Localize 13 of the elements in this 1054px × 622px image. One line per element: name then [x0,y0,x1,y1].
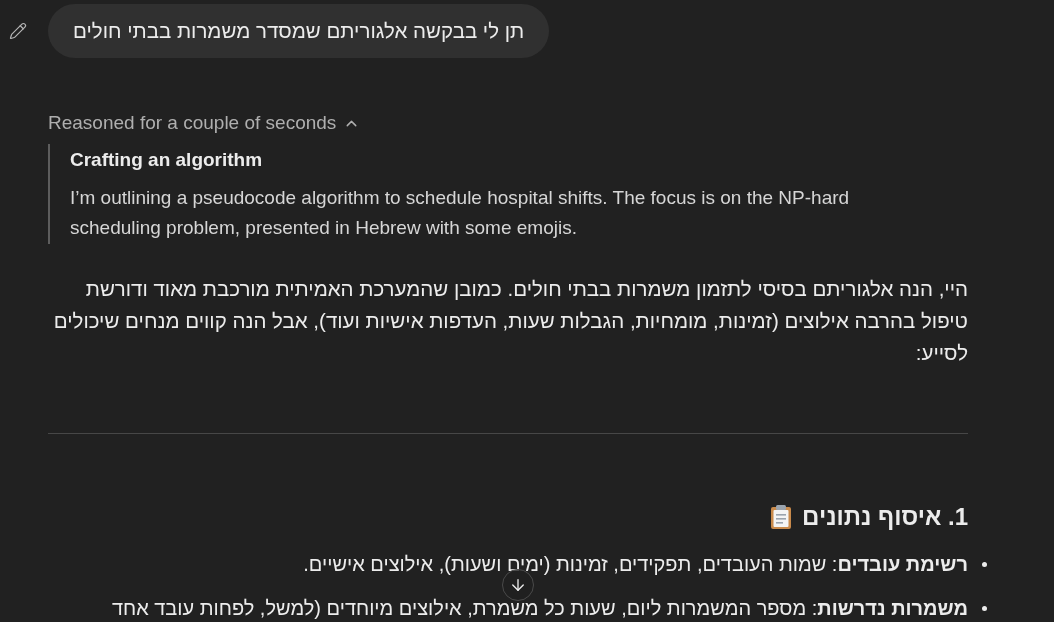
bullet-icon [982,561,987,567]
reasoning-title: Crafting an algorithm [70,148,264,172]
list-item-text: משמרות נדרשות: מספר המשמרות ליום, שעות כל משמרת, אילוצים מיוחדים (למשל, לפחות עובד אחד [111,596,968,621]
edit-icon[interactable] [9,22,27,40]
user-message-bubble: תן לי בבקשה אלגוריתם שמסדר משמרות בבתי חולים [48,4,550,58]
bullet-icon [982,605,987,611]
arrow-down-icon [509,576,527,594]
list-item-text: רשימת עובדים: שמות העובדים, תפקידים, זמינות (ימים ושעות), אילוצים אישיים. [303,552,968,577]
reasoning-text: I’m outlining a pseudocode algorithm to schedule hospital shifts. The focus is on the NP-hard scheduling problem, presented in Hebrew with some emojis. [70,186,851,240]
intro-paragraph: היי, הנה אלגוריתם בסיסי לתזמון משמרות בבתי חולים. כמובן שהמערכת האמיתית מורכבת מאוד ודורשת טיפול בהרבה אילוצים (זמינות, מומחיות, הגבלות שעות, העדפות אישיות ועוד), אבל הנה קווים מנחים שיכולים לסייע: [52,276,968,366]
clipboard-icon [770,504,793,530]
reasoning-toggle[interactable]: Reasoned for a couple of seconds [48,110,361,136]
section-heading: 1. איסוף נתונים [802,502,968,532]
